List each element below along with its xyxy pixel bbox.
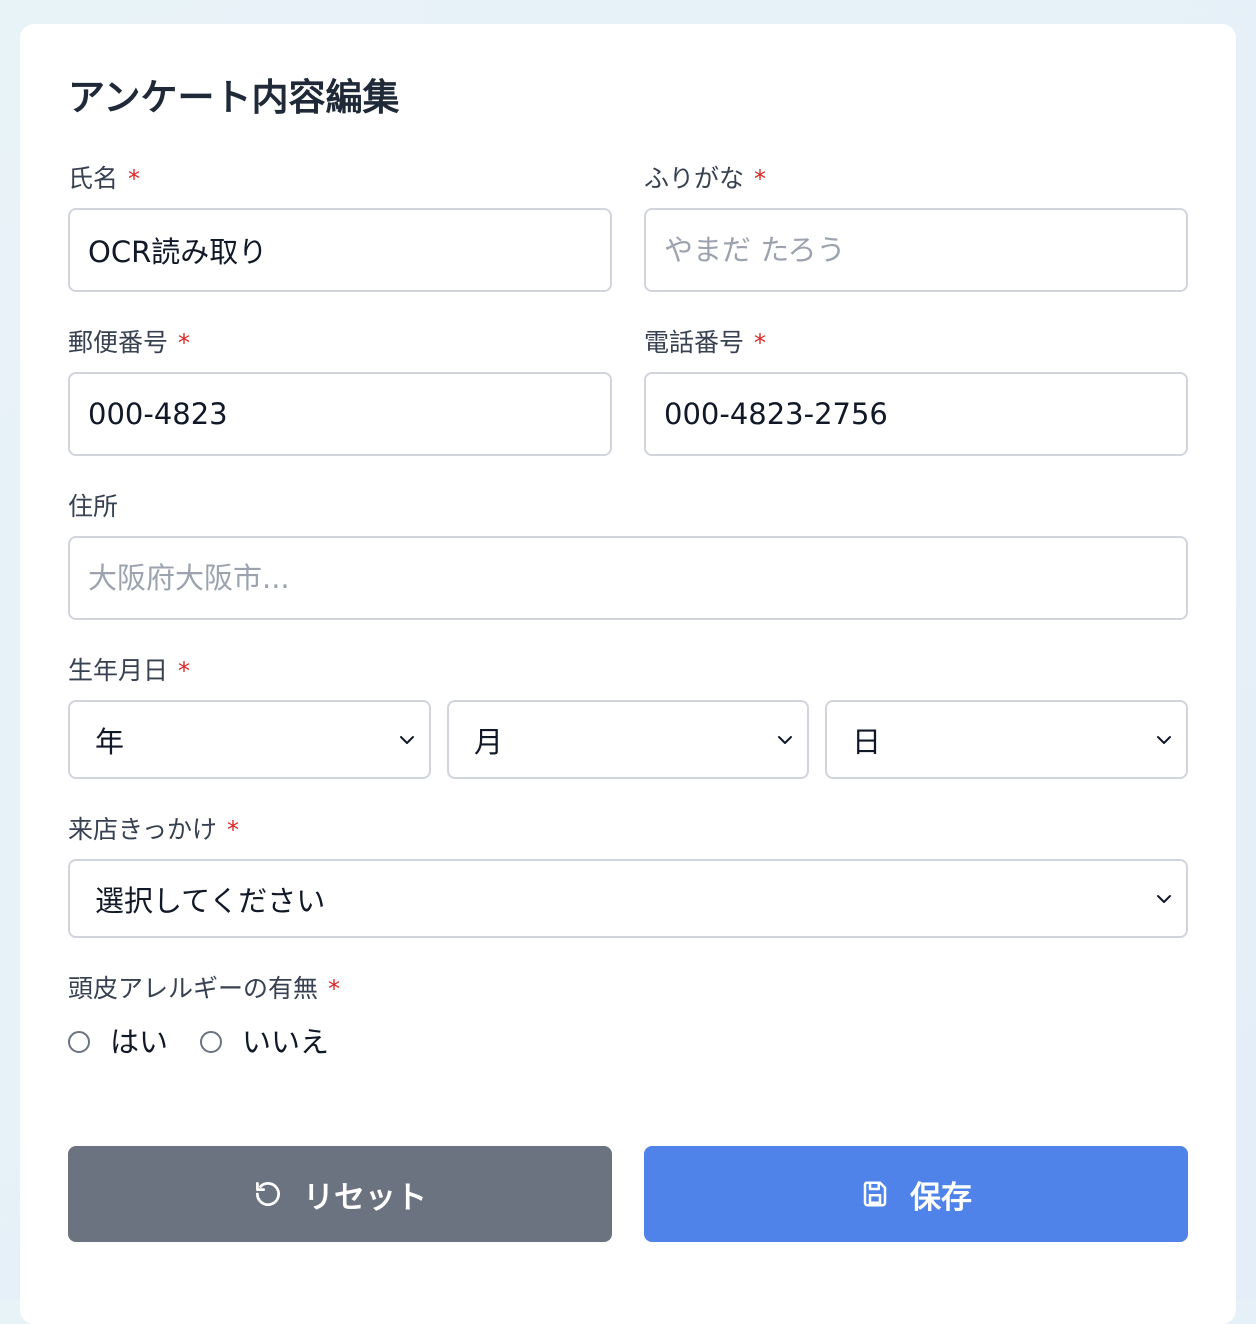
page-title: アンケート内容編集 [68, 76, 400, 119]
radio-label-no: いいえ [242, 1025, 330, 1059]
address-label-text: 住所 [68, 492, 119, 521]
chevron-down-icon [1157, 894, 1171, 903]
radio-button[interactable] [68, 1031, 90, 1053]
reset-button[interactable]: リセット [68, 1146, 612, 1242]
phone-label-text: 電話番号 [644, 328, 745, 357]
name-label-text: 氏名 [68, 164, 119, 193]
furigana-label: ふりがな * [644, 162, 766, 196]
postal-code-input[interactable] [68, 372, 612, 456]
survey-edit-card: アンケート内容編集 氏名 * ふりがな * 郵便番号 * 電話番号 * 住所 生年月日 *… [20, 24, 1236, 1324]
allergy-label: 頭皮アレルギーの有無 * [68, 972, 340, 1006]
name-label: 氏名 * [68, 162, 140, 196]
furigana-label-text: ふりがな [644, 164, 745, 193]
birthdate-label: 生年月日 * [68, 654, 190, 688]
allergy-option-yes[interactable]: はい [68, 1024, 168, 1060]
name-input[interactable] [68, 208, 612, 292]
required-mark: * [754, 165, 767, 193]
rotate-ccw-icon [256, 1182, 280, 1206]
visit-reason-label-text: 来店きっかけ [68, 815, 218, 844]
chevron-down-icon [1157, 735, 1171, 744]
birth-year-select[interactable]: 年 [68, 700, 431, 779]
visit-reason-label: 来店きっかけ * [68, 813, 239, 847]
visit-reason-value: 選択してください [95, 883, 326, 918]
furigana-input[interactable] [644, 208, 1188, 292]
postal-label-text: 郵便番号 [68, 328, 169, 357]
reset-button-label: リセット [303, 1179, 427, 1216]
postal-label: 郵便番号 * [68, 326, 190, 360]
save-button[interactable]: 保存 [644, 1146, 1188, 1242]
save-icon [863, 1181, 887, 1207]
required-mark: * [754, 329, 767, 357]
birth-month-select[interactable]: 月 [447, 700, 809, 779]
chevron-down-icon [778, 735, 792, 744]
allergy-label-text: 頭皮アレルギーの有無 [68, 974, 319, 1003]
radio-label-yes: はい [110, 1025, 169, 1059]
address-label: 住所 [68, 490, 118, 524]
phone-label: 電話番号 * [644, 326, 766, 360]
allergy-option-no[interactable]: いいえ [200, 1024, 329, 1060]
birthdate-label-text: 生年月日 [68, 656, 169, 685]
required-mark: * [178, 329, 191, 357]
radio-button[interactable] [200, 1031, 223, 1053]
required-mark: * [128, 165, 141, 193]
address-input[interactable] [68, 536, 1188, 620]
chevron-down-icon [400, 735, 414, 744]
allergy-radio-group: はい いいえ [68, 1024, 361, 1060]
required-mark: * [227, 816, 240, 844]
save-button-label: 保存 [910, 1179, 972, 1216]
phone-input[interactable] [644, 372, 1188, 456]
birth-day-value: 日 [852, 724, 882, 759]
birth-month-value: 月 [474, 724, 504, 759]
required-mark: * [328, 975, 341, 1003]
required-mark: * [178, 657, 191, 685]
birth-year-value: 年 [95, 724, 125, 759]
visit-reason-select[interactable]: 選択してください [68, 859, 1188, 938]
birth-day-select[interactable]: 日 [825, 700, 1188, 779]
